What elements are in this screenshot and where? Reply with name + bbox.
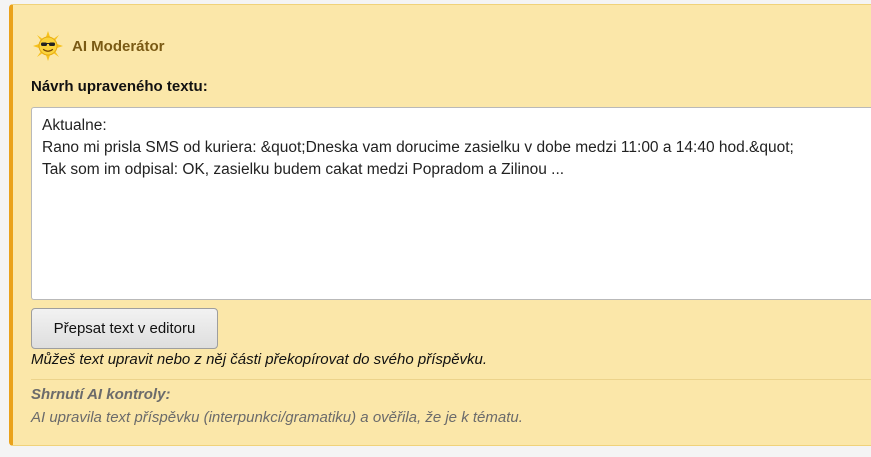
suggestion-label: Návrh upraveného textu:: [31, 78, 208, 95]
summary-divider: [31, 379, 871, 380]
edit-hint-text: Můžeš text upravit nebo z něj části přek…: [31, 351, 488, 368]
summary-text: AI upravila text příspěvku (interpunkci/…: [31, 409, 523, 426]
rewrite-in-editor-button[interactable]: Přepsat text v editoru: [31, 308, 218, 349]
suggested-text-area[interactable]: Aktualne: Rano mi prisla SMS od kuriera:…: [31, 107, 871, 300]
sun-sunglasses-icon: [33, 31, 63, 61]
ai-moderator-panel: AI Moderátor Návrh upraveného textu: Akt…: [9, 4, 871, 446]
moderator-title: AI Moderátor: [72, 37, 165, 55]
summary-title: Shrnutí AI kontroly:: [31, 386, 171, 403]
moderator-header: AI Moderátor: [33, 31, 165, 61]
